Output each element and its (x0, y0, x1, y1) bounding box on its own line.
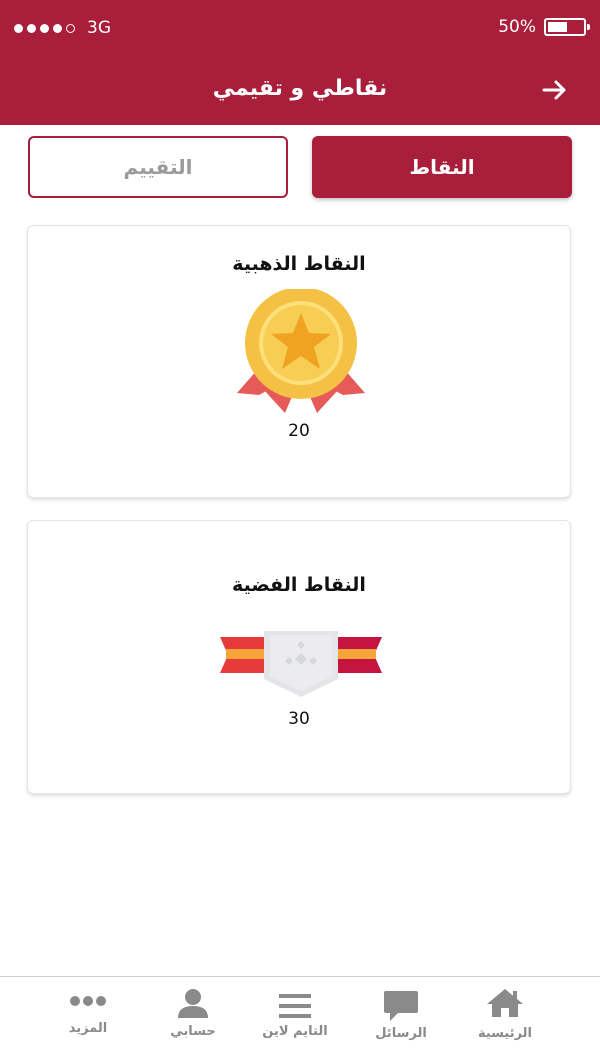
battery-icon (544, 18, 590, 36)
signal-dot (53, 23, 62, 33)
gold-medal-icon (237, 289, 365, 413)
tab-more[interactable]: المزيد (33, 977, 143, 1050)
tab-messages-label: الرسائل (375, 1026, 427, 1041)
signal-dot (14, 23, 23, 33)
tab-rating[interactable]: التقييم (28, 136, 288, 198)
chat-bubble-icon (384, 991, 418, 1021)
tab-home[interactable]: الرئيسية (450, 977, 560, 1050)
silver-points-value: 30 (288, 709, 310, 729)
signal-dot (40, 23, 49, 33)
home-icon (487, 989, 523, 1017)
battery-status: 50% (498, 17, 590, 37)
tab-timeline-label: التايم لاين (262, 1024, 328, 1039)
gold-points-card: النقاط الذهبية 20 (27, 225, 571, 498)
menu-lines-icon (279, 994, 311, 1018)
signal-dot (27, 23, 36, 33)
network-type: 3G (87, 18, 111, 38)
app-header: 3G 50% نقاطي و تقيمي (0, 0, 600, 125)
page-title: نقاطي و تقيمي (212, 76, 388, 101)
tab-points[interactable]: النقاط (312, 136, 572, 198)
back-arrow-icon[interactable] (540, 76, 570, 104)
tab-account-label: حسابي (170, 1024, 216, 1039)
silver-badge-icon (220, 631, 382, 697)
more-dots-icon (70, 996, 106, 1006)
tab-home-label: الرئيسية (477, 1026, 533, 1041)
tab-timeline[interactable]: التايم لاين (240, 977, 350, 1050)
tab-account[interactable]: حسابي (138, 977, 248, 1050)
battery-percent: 50% (498, 17, 536, 37)
silver-points-card: النقاط الفضية 30 (27, 520, 571, 794)
signal-dot (66, 23, 75, 33)
silver-points-title: النقاط الفضية (232, 574, 366, 596)
gold-points-title: النقاط الذهبية (232, 253, 366, 275)
gold-points-value: 20 (288, 421, 310, 441)
tab-more-label: المزيد (68, 1021, 108, 1036)
user-icon (178, 989, 208, 1018)
bottom-tab-bar: الرئيسية الرسائل التايم لاين حسابي المزي… (0, 976, 600, 1050)
signal-strength: 3G (14, 18, 111, 38)
tab-messages[interactable]: الرسائل (346, 977, 456, 1050)
